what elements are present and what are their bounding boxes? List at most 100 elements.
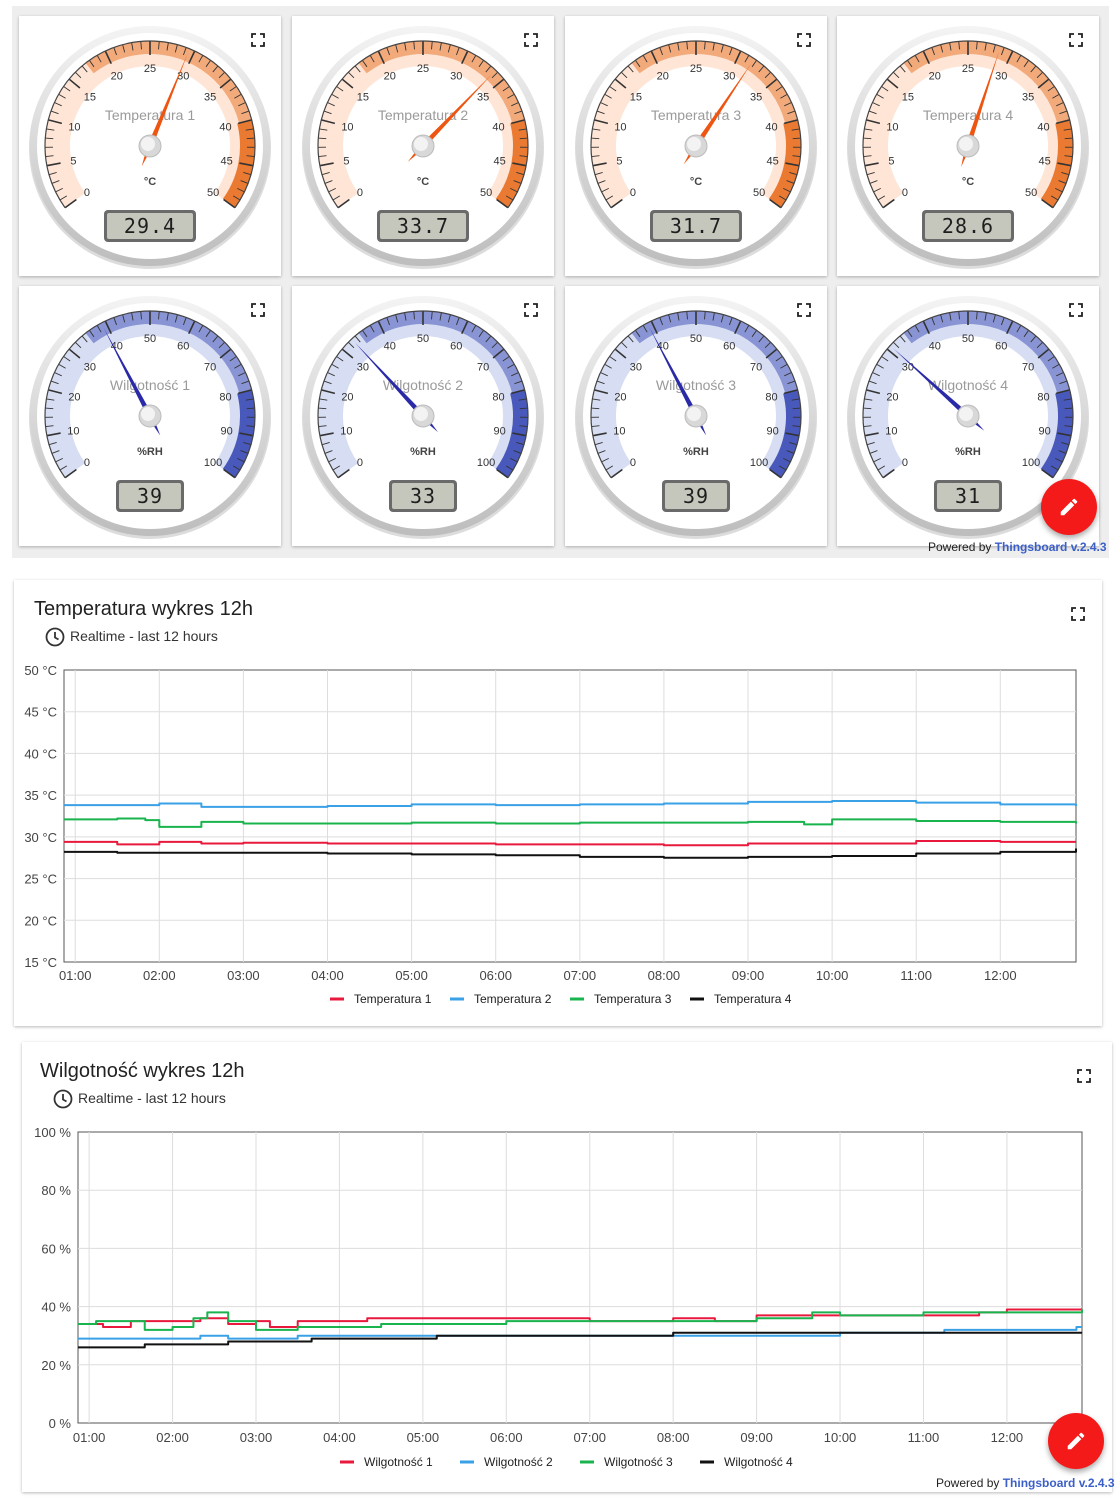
y-tick-label: 100 % xyxy=(34,1125,71,1140)
fullscreen-icon[interactable] xyxy=(524,33,538,47)
gauge-title: Temperatura 3 xyxy=(651,107,741,123)
gauge-tick-label: 5 xyxy=(70,156,76,168)
gauge-tick-label: 20 xyxy=(886,392,898,404)
gauge-dial: 05101520253035404550Temperatura 2°C33.7 xyxy=(302,26,544,269)
gauge-tick-label: 100 xyxy=(204,457,222,469)
gauge-tick-label: 45 xyxy=(220,156,232,168)
gauge-tick-label: 25 xyxy=(144,63,156,75)
gauge-tick-label: 30 xyxy=(630,361,642,373)
gauge-minor-tick xyxy=(591,137,600,140)
legend-item[interactable]: Wilgotność 4 xyxy=(700,1455,793,1469)
gauge-tick-label: 35 xyxy=(1022,91,1034,103)
legend-item[interactable]: Temperatura 2 xyxy=(450,992,552,1006)
gauge-tick-label: 20 xyxy=(929,70,941,82)
gauge-tick-label: 100 xyxy=(477,457,495,469)
gauge-tick-label: 70 xyxy=(204,361,216,373)
y-tick-label: 40 °C xyxy=(24,746,57,761)
gauge-tick-label: 40 xyxy=(657,340,669,352)
legend-item[interactable]: Temperatura 1 xyxy=(330,992,432,1006)
legend-item[interactable]: Wilgotność 1 xyxy=(340,1455,433,1469)
x-tick-label: 01:00 xyxy=(73,1430,106,1445)
gauge-minor-tick xyxy=(318,407,327,410)
x-tick-label: 06:00 xyxy=(490,1430,523,1445)
humidity-gauge-card-2: 0 10 20 30 40 50 60 70 80 90 100 Wilgotność 2 %RH 33 xyxy=(292,286,554,546)
gauge-tick-label: 70 xyxy=(477,361,489,373)
x-tick-label: 03:00 xyxy=(240,1430,273,1445)
gauge-minor-tick xyxy=(863,137,872,140)
legend-item[interactable]: Wilgotność 2 xyxy=(460,1455,553,1469)
gauge-dial: 0 5 10 15 20 25 30 35 40 45 50 Temperatura 4 °C 28.6 xyxy=(847,26,1089,269)
humidity-gauge-card-3: 0 10 20 30 40 50 60 70 80 90 100 Wilgotność 3 %RH 39 xyxy=(565,286,827,546)
y-tick-label: 50 °C xyxy=(24,663,57,678)
pencil-icon xyxy=(1060,498,1078,516)
gauge-minor-tick xyxy=(792,407,801,410)
x-tick-label: 02:00 xyxy=(156,1430,189,1445)
gauge-tick-label: 10 xyxy=(885,426,897,438)
gauge-tick-label: 20 xyxy=(68,392,80,404)
x-tick-label: 07:00 xyxy=(573,1430,606,1445)
x-tick-label: 08:00 xyxy=(657,1430,690,1445)
x-tick-label: 09:00 xyxy=(732,968,765,983)
gauge-tick-label: 0 xyxy=(84,457,90,469)
x-tick-label: 04:00 xyxy=(323,1430,356,1445)
legend-item[interactable]: Wilgotność 3 xyxy=(580,1455,673,1469)
temperature-gauge-card-2: 0 5 10 15 20 25 30 35 40 45 50 Temperatura 2 °C 33.7 xyxy=(292,16,554,276)
gauge-tick-label: 10 xyxy=(341,122,353,134)
legend-item[interactable]: Temperatura 4 xyxy=(690,992,792,1006)
lcd-value: 29.4 xyxy=(124,214,176,238)
plot-area xyxy=(77,1131,1083,1424)
gauge-minor-tick xyxy=(591,407,600,410)
gauge-tick-label: 40 xyxy=(219,122,231,134)
gauge-tick-label: 5 xyxy=(616,156,622,168)
gauge-unit: %RH xyxy=(955,446,981,458)
gauge-tick-label: 80 xyxy=(219,392,231,404)
y-tick-label: 15 °C xyxy=(24,955,57,970)
gauge-tick-label: 100 xyxy=(1022,457,1040,469)
pencil-icon xyxy=(1067,1432,1085,1450)
y-tick-label: 60 % xyxy=(41,1241,71,1256)
lcd-value: 39 xyxy=(683,484,709,508)
gauge-title: Wilgotność 3 xyxy=(656,377,736,393)
gauge-tick-label: 10 xyxy=(886,122,898,134)
gauge-minor-tick xyxy=(792,137,801,140)
y-tick-label: 25 °C xyxy=(24,872,57,887)
fullscreen-icon[interactable] xyxy=(1069,303,1083,317)
gauge-minor-tick xyxy=(45,407,54,410)
y-tick-label: 20 °C xyxy=(24,913,57,928)
gauge-tick-label: 60 xyxy=(723,340,735,352)
fullscreen-icon[interactable] xyxy=(1069,33,1083,47)
legend-label: Temperatura 4 xyxy=(714,992,792,1006)
legend-label: Wilgotność 2 xyxy=(484,1455,553,1469)
legend-item[interactable]: Temperatura 3 xyxy=(570,992,672,1006)
x-tick-label: 07:00 xyxy=(564,968,597,983)
x-tick-label: 11:00 xyxy=(900,968,932,983)
fullscreen-icon[interactable] xyxy=(797,303,811,317)
gauge-tick-label: 15 xyxy=(84,91,96,103)
gauge-tick-label: 35 xyxy=(750,91,762,103)
gauge-tick-label: 90 xyxy=(220,426,232,438)
gauge-dial: 0 5 10 15 20 25 30 35 40 45 50 Temperatura 3 °C 31.7 xyxy=(575,26,817,269)
gauge-minor-tick xyxy=(519,407,528,410)
fullscreen-icon[interactable] xyxy=(524,303,538,317)
edit-dashboard-button[interactable] xyxy=(1048,1413,1104,1469)
gauge-minor-tick xyxy=(246,137,255,140)
gauge-tick-label: 60 xyxy=(995,340,1007,352)
thingsboard-link[interactable]: Thingsboard v.2.4.3 xyxy=(1003,1476,1115,1490)
gauge-tick-label: 70 xyxy=(750,361,762,373)
gauge-tick-label: 0 xyxy=(902,187,908,199)
thingsboard-link[interactable]: Thingsboard v.2.4.3 xyxy=(995,540,1107,554)
gauge-unit: %RH xyxy=(137,446,163,458)
gauge-tick-label: 15 xyxy=(357,91,369,103)
gauge-tick-label: 50 xyxy=(690,333,702,345)
legend-label: Temperatura 2 xyxy=(474,992,552,1006)
x-tick-label: 10:00 xyxy=(816,968,849,983)
fullscreen-icon[interactable] xyxy=(797,33,811,47)
lcd-value: 31 xyxy=(955,484,981,508)
fullscreen-icon[interactable] xyxy=(251,303,265,317)
x-tick-label: 05:00 xyxy=(395,968,428,983)
edit-dashboard-button[interactable] xyxy=(1041,479,1097,535)
legend-label: Wilgotność 1 xyxy=(364,1455,433,1469)
gauge-dial: 0 10 20 30 40 50 60 70 80 90 100 Wilgotność 3 %RH 39 xyxy=(575,296,817,539)
powered-by: Powered by Thingsboard v.2.4.3 xyxy=(928,540,1107,554)
fullscreen-icon[interactable] xyxy=(251,33,265,47)
